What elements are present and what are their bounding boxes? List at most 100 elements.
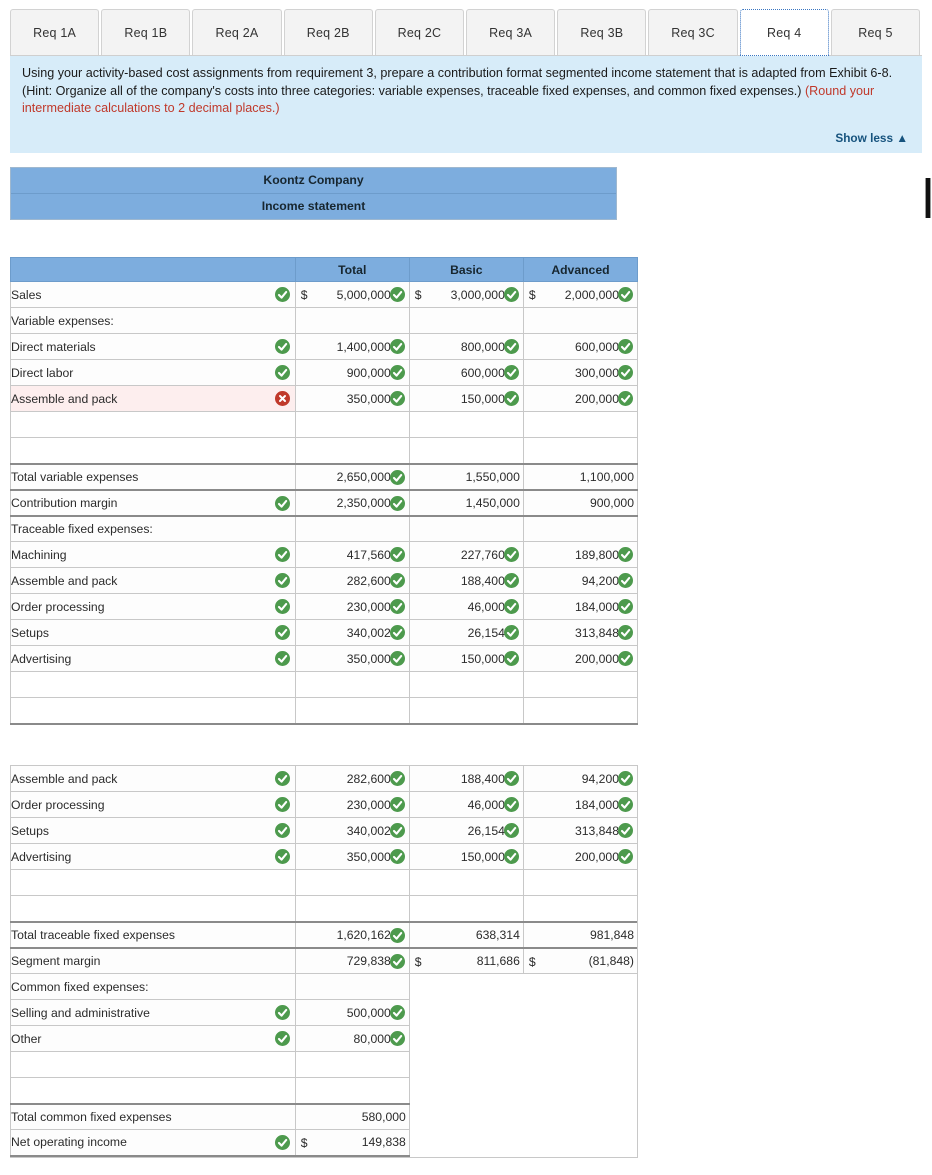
value-cell[interactable]: 729,838 [294,946,410,974]
value-cell[interactable]: 800,000 [408,333,524,360]
value-cell[interactable]: 417,560 [294,541,410,568]
table-row[interactable]: Machining 417,560 227,760 189,800 [10,541,639,568]
value-cell[interactable] [294,869,410,896]
row-label-cell[interactable]: Total variable expenses [10,462,296,490]
row-label-cell[interactable] [10,1051,296,1078]
value-cell[interactable]: 1,550,000 [408,462,524,490]
table-row[interactable] [10,1051,638,1078]
value-cell[interactable]: 340,002 [294,817,410,844]
value-cell[interactable] [522,895,639,922]
value-cell[interactable]: 188,400 [408,567,524,594]
value-cell[interactable] [522,697,639,725]
value-cell[interactable] [522,411,639,438]
tab-req-2b[interactable]: Req 2B [283,9,373,56]
value-cell[interactable]: 638,314 [408,920,524,948]
value-cell[interactable]: $811,686 [408,946,524,974]
row-label-cell[interactable] [10,697,296,725]
value-cell[interactable]: $5,000,000 [294,281,410,308]
value-cell[interactable] [523,999,638,1026]
value-cell[interactable]: 2,650,000 [294,462,410,490]
table-row[interactable] [10,1077,638,1104]
value-cell[interactable] [294,697,410,725]
value-cell[interactable]: 282,600 [294,567,410,594]
value-cell[interactable]: $ (81,848) [522,946,639,974]
tab-req-3c[interactable]: Req 3C [648,9,738,56]
value-cell[interactable]: 80,000 [294,1025,410,1052]
table-row[interactable] [10,411,639,438]
value-cell[interactable] [408,411,524,438]
value-cell[interactable]: 350,000 [294,843,410,870]
row-label-cell[interactable]: Assemble and pack [10,765,296,792]
value-cell[interactable]: 46,000 [408,593,524,620]
tab-req-2a[interactable]: Req 2A [192,9,282,56]
table-row[interactable]: Direct materials 1,400,000 800,000 600,000 [10,333,639,360]
table-row[interactable] [10,437,639,464]
value-cell[interactable]: 200,000 [522,645,639,672]
value-cell[interactable]: 26,154 [408,619,524,646]
row-label-cell[interactable]: Common fixed expenses: [10,973,296,1000]
table-row[interactable]: Direct labor 900,000 600,000 300,000 [10,359,639,386]
row-label-cell[interactable]: Machining [10,541,296,568]
value-cell[interactable]: 340,002 [294,619,410,646]
value-cell[interactable]: 150,000 [408,843,524,870]
value-cell[interactable]: 227,760 [408,541,524,568]
table-row[interactable]: Total common fixed expenses 580,000 [10,1102,638,1130]
table-row[interactable]: Order processing 230,000 46,000 184,000 [10,593,639,620]
tab-req-3b[interactable]: Req 3B [557,9,647,56]
show-less-link[interactable]: Show less ▲ [835,131,908,145]
value-cell[interactable]: $3,000,000 [408,281,524,308]
value-cell[interactable] [408,437,524,464]
value-cell[interactable]: 600,000 [408,359,524,386]
table-row[interactable] [10,671,639,698]
table-row[interactable]: Traceable fixed expenses: [10,514,639,542]
value-cell[interactable]: 900,000 [522,488,639,516]
table-row[interactable]: Selling and administrative 500,000 [10,999,638,1026]
value-cell[interactable]: 94,200 [522,765,639,792]
table-row[interactable]: Assemble and pack 350,000 150,000 200,000 [10,385,639,412]
value-cell[interactable]: 230,000 [294,593,410,620]
value-cell[interactable]: 94,200 [522,567,639,594]
value-cell[interactable] [522,307,639,334]
value-cell[interactable]: 189,800 [522,541,639,568]
row-label-cell[interactable]: Variable expenses: [10,307,296,334]
row-label-cell[interactable]: Other [10,1025,296,1052]
table-row[interactable]: Advertising 350,000 150,000 200,000 [10,843,639,870]
row-label-cell[interactable]: Assemble and pack [10,385,296,412]
row-label-cell[interactable]: Direct materials [10,333,296,360]
table-row[interactable]: Other 80,000 [10,1025,638,1052]
table-row[interactable]: Variable expenses: [10,307,639,334]
row-label-cell[interactable] [10,671,296,698]
table-row[interactable]: Segment margin 729,838 $811,686 $ (81,848) [10,946,639,974]
tab-req-1b[interactable]: Req 1B [101,9,191,56]
value-cell[interactable] [294,1077,410,1104]
table-row[interactable]: Advertising 350,000 150,000 200,000 [10,645,639,672]
value-cell[interactable] [408,697,524,725]
value-cell[interactable]: 230,000 [294,791,410,818]
value-cell[interactable]: 580,000 [294,1102,410,1130]
income-statement-table-top[interactable]: Total Basic Advanced Sales $5,000,000 $3,000,… [10,257,639,725]
value-cell[interactable] [408,869,524,896]
row-label-cell[interactable]: Traceable fixed expenses: [10,514,296,542]
row-label-cell[interactable]: Order processing [10,593,296,620]
value-cell[interactable] [294,1051,410,1078]
value-cell[interactable] [294,973,410,1000]
value-cell[interactable] [522,514,639,542]
row-label-cell[interactable] [10,869,296,896]
value-cell[interactable] [294,307,410,334]
value-cell[interactable]: 26,154 [408,817,524,844]
table-row[interactable]: Net operating income $149,838 [10,1129,638,1157]
tab-req-4[interactable]: Req 4 [739,9,829,56]
value-cell[interactable] [523,1129,638,1156]
value-cell[interactable]: 1,620,162 [294,920,410,948]
value-cell[interactable] [523,1103,638,1130]
value-cell[interactable]: 200,000 [522,843,639,870]
table-row[interactable]: Assemble and pack 282,600 188,400 94,200 [10,765,639,792]
tab-req-1a[interactable]: Req 1A [10,9,100,56]
value-cell[interactable]: 2,350,000 [294,488,410,516]
tab-req-2c[interactable]: Req 2C [374,9,465,56]
table-row[interactable] [10,869,639,896]
row-label-cell[interactable]: Selling and administrative [10,999,296,1026]
value-cell[interactable] [409,1051,524,1078]
row-label-cell[interactable] [10,1077,296,1104]
value-cell[interactable] [409,1025,524,1052]
